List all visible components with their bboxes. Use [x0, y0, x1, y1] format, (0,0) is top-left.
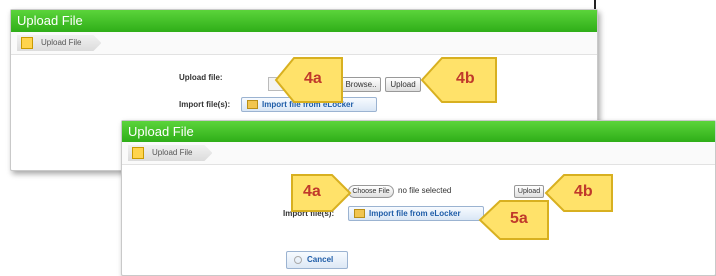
- cancel-label: Cancel: [307, 255, 334, 264]
- callout-label: 4a: [303, 183, 321, 200]
- callout-front-4b: 4b: [544, 172, 614, 214]
- breadcrumb-item[interactable]: Upload File: [128, 145, 212, 161]
- breadcrumb-label: Upload File: [41, 38, 82, 47]
- callout-label: 4b: [574, 183, 593, 200]
- breadcrumb-item[interactable]: Upload File: [17, 35, 101, 51]
- upload-file-dialog-front: Upload File Upload File Choose File no f…: [121, 120, 716, 276]
- upload-button[interactable]: Upload: [514, 185, 544, 198]
- breadcrumb-label: Upload File: [152, 148, 193, 157]
- import-from-elocker-button[interactable]: Import file from eLocker: [348, 206, 484, 221]
- callout-back-4b: 4b: [420, 55, 498, 105]
- folder-icon: [247, 100, 258, 109]
- breadcrumb: Upload File: [122, 142, 715, 165]
- callout-front-5a: 5a: [478, 198, 550, 242]
- cancel-icon: [294, 256, 302, 264]
- browse-button[interactable]: Browse..: [341, 77, 381, 92]
- import-from-elocker-label: Import file from eLocker: [369, 209, 461, 218]
- home-icon: [21, 37, 33, 49]
- folder-icon: [354, 209, 365, 218]
- callout-label: 4b: [456, 70, 475, 87]
- callout-label: 5a: [510, 210, 528, 227]
- upload-file-label: Upload file:: [179, 73, 223, 82]
- no-file-selected-text: no file selected: [398, 186, 452, 195]
- import-files-label: Import file(s):: [179, 100, 231, 109]
- upload-button[interactable]: Upload: [385, 77, 421, 92]
- callout-front-4a: 4a: [290, 172, 352, 214]
- dialog-title: Upload File: [122, 121, 715, 142]
- home-icon: [132, 147, 144, 159]
- breadcrumb: Upload File: [11, 32, 597, 55]
- callout-label: 4a: [304, 70, 322, 87]
- dialog-title: Upload File: [11, 10, 597, 32]
- callout-back-4a: 4a: [274, 55, 344, 105]
- choose-file-button[interactable]: Choose File: [348, 185, 394, 198]
- cancel-button[interactable]: Cancel: [286, 251, 348, 269]
